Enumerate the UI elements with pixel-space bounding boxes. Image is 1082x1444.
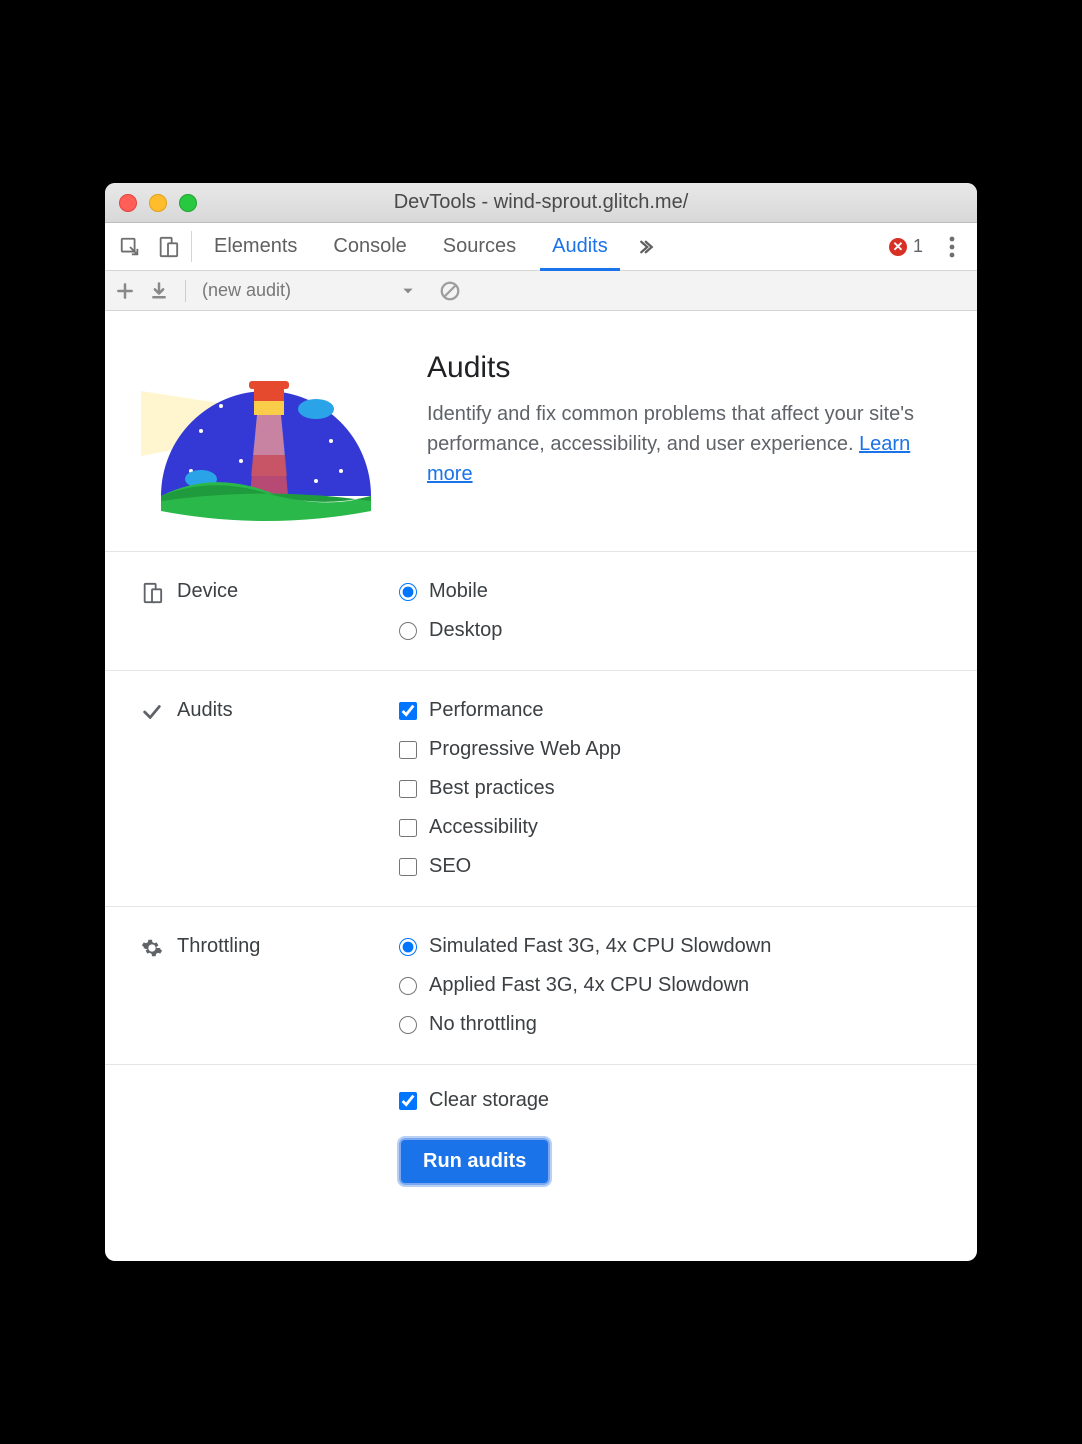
throttling-option-none[interactable]: No throttling [399,1013,941,1036]
audit-select[interactable]: (new audit) [202,280,415,301]
close-window-button[interactable] [119,194,137,212]
audit-option-best-practices[interactable]: Best practices [399,777,941,800]
throttling-option-simulated[interactable]: Simulated Fast 3G, 4x CPU Slowdown [399,935,941,958]
hero: Audits Identify and fix common problems … [105,311,977,552]
run-audits-button[interactable]: Run audits [399,1138,550,1185]
check-icon [141,701,163,723]
tab-elements[interactable]: Elements [196,223,315,270]
checkbox-pwa[interactable] [399,741,417,759]
device-toolbar-icon[interactable] [149,223,187,270]
checkbox-seo[interactable] [399,858,417,876]
radio-mobile[interactable] [399,583,417,601]
section-audits: Audits Performance Progressive Web App B… [105,671,977,907]
checkbox-clear-storage[interactable] [399,1092,417,1110]
radio-applied[interactable] [399,977,417,995]
inspect-element-icon[interactable] [111,223,149,270]
divider [185,280,186,302]
radio-simulated[interactable] [399,938,417,956]
run-row: Clear storage Run audits [105,1065,977,1185]
audit-select-label: (new audit) [202,280,291,301]
throttling-label: Throttling [177,935,260,958]
audits-label: Audits [177,699,233,722]
more-tabs-icon[interactable] [626,223,664,270]
radio-desktop[interactable] [399,622,417,640]
clear-storage-option[interactable]: Clear storage [399,1089,549,1112]
audit-option-seo[interactable]: SEO [399,855,941,878]
audits-toolbar: (new audit) [105,271,977,311]
devtools-window: DevTools - wind-sprout.glitch.me/ Elemen… [105,183,977,1261]
minimize-window-button[interactable] [149,194,167,212]
radio-no-throttling[interactable] [399,1016,417,1034]
audit-option-pwa[interactable]: Progressive Web App [399,738,941,761]
panel-tabbar: Elements Console Sources Audits ✕ 1 [105,223,977,271]
section-throttling: Throttling Simulated Fast 3G, 4x CPU Slo… [105,907,977,1065]
device-label: Device [177,580,238,603]
zoom-window-button[interactable] [179,194,197,212]
lighthouse-illustration [141,351,391,521]
tab-sources[interactable]: Sources [425,223,534,270]
divider [191,231,192,262]
settings-menu-icon[interactable] [933,223,971,270]
hero-description: Identify and fix common problems that af… [427,399,941,489]
error-count-value: 1 [913,236,923,257]
new-audit-icon[interactable] [115,281,135,301]
tab-console[interactable]: Console [315,223,424,270]
tab-audits[interactable]: Audits [534,223,626,270]
window-title: DevTools - wind-sprout.glitch.me/ [105,191,977,214]
hero-text: Audits Identify and fix common problems … [427,351,941,521]
error-count-badge[interactable]: ✕ 1 [879,223,933,270]
checkbox-accessibility[interactable] [399,819,417,837]
audit-option-performance[interactable]: Performance [399,699,941,722]
title-bar: DevTools - wind-sprout.glitch.me/ [105,183,977,223]
traffic-lights [105,194,197,212]
checkbox-best-practices[interactable] [399,780,417,798]
throttling-option-applied[interactable]: Applied Fast 3G, 4x CPU Slowdown [399,974,941,997]
audits-panel: Audits Identify and fix common problems … [105,311,977,1261]
audit-option-accessibility[interactable]: Accessibility [399,816,941,839]
chevron-down-icon [401,284,415,298]
gear-icon [141,937,163,959]
download-icon[interactable] [149,281,169,301]
clear-icon[interactable] [439,280,461,302]
section-device: Device Mobile Desktop [105,552,977,671]
device-option-mobile[interactable]: Mobile [399,580,941,603]
device-option-desktop[interactable]: Desktop [399,619,941,642]
device-icon [141,582,163,604]
checkbox-performance[interactable] [399,702,417,720]
page-title: Audits [427,351,941,385]
error-icon: ✕ [889,238,907,256]
